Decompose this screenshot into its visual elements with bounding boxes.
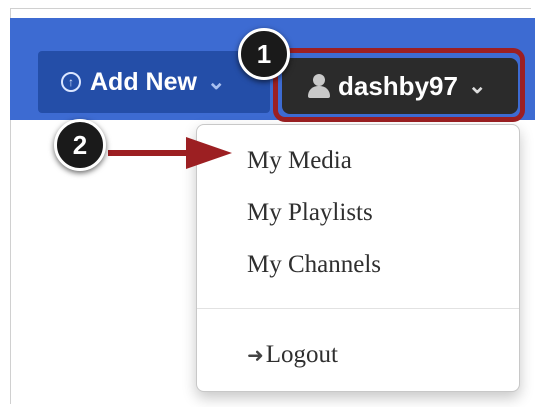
step-1-callout: 1 (238, 28, 290, 80)
arrow-head (186, 137, 232, 169)
step-2-callout: 2 (54, 119, 106, 171)
